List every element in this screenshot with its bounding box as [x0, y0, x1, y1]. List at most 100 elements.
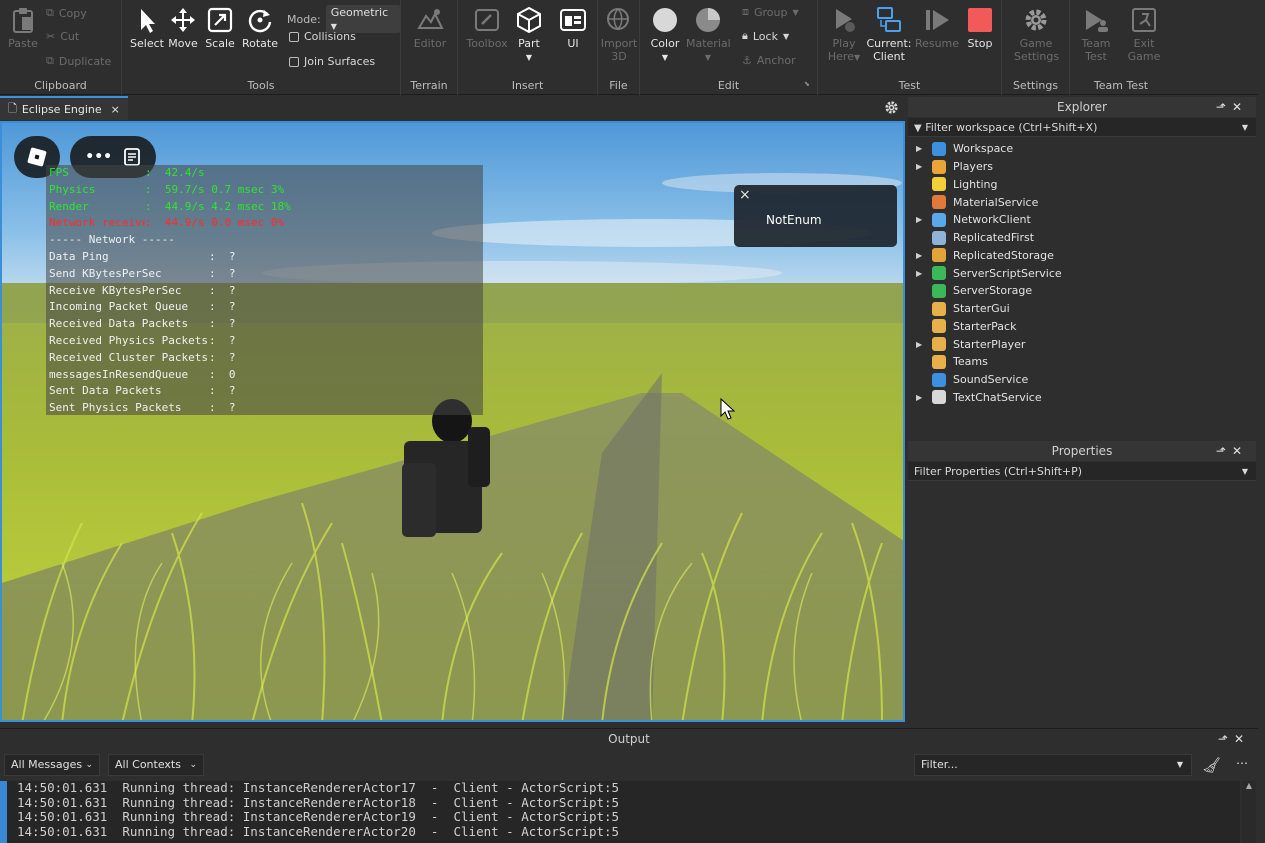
explorer-item-starterplayer[interactable]: ▶ StarterPlayer — [908, 335, 1256, 353]
mode-selector[interactable]: Mode: Geometric ▼ — [287, 5, 400, 33]
scroll-up-icon[interactable]: ▲ — [1242, 781, 1256, 790]
stop-button[interactable]: Stop — [962, 6, 998, 50]
chevron-down-icon[interactable]: ▼ — [1242, 462, 1248, 481]
ui-button[interactable]: UI — [556, 6, 590, 50]
explorer-item-teams[interactable]: Teams — [908, 353, 1256, 371]
expand-arrow-icon[interactable]: ▶ — [916, 251, 926, 260]
expand-arrow-icon[interactable]: ▶ — [916, 393, 926, 402]
explorer-item-networkclient[interactable]: ▶ NetworkClient — [908, 211, 1256, 229]
color-button[interactable]: Color ▼ — [646, 6, 684, 63]
move-button[interactable]: Move — [166, 6, 200, 50]
team-test-button[interactable]: Team Test — [1076, 6, 1116, 63]
explorer-filter-input[interactable]: ▼ Filter workspace (Ctrl+Shift+X) ▼ — [908, 118, 1256, 137]
explorer-item-startergui[interactable]: StarterGui — [908, 300, 1256, 318]
duplicate-button[interactable]: ⧉ Duplicate — [46, 54, 111, 68]
copy-label: Copy — [58, 6, 87, 20]
play-here-button[interactable]: Play Here▼ — [824, 6, 864, 63]
more-options-icon[interactable]: ••• — [85, 149, 112, 165]
mode-dropdown[interactable]: Geometric ▼ — [325, 5, 400, 33]
explorer-item-serverstorage[interactable]: ServerStorage — [908, 282, 1256, 300]
expand-arrow-icon[interactable]: ▶ — [916, 340, 926, 349]
join-surfaces-toggle[interactable]: Join Surfaces — [289, 55, 375, 68]
close-icon[interactable]: ✕ — [1232, 444, 1248, 458]
edit-group-expand-icon[interactable]: ⬊ — [804, 80, 810, 88]
clear-output-broom-icon[interactable]: 🧹︎ — [1202, 756, 1221, 774]
explorer-item-serverscriptservice[interactable]: ▶ ServerScriptService — [908, 264, 1256, 282]
explorer-item-workspace[interactable]: ▶ Workspace — [908, 140, 1256, 158]
notification-toast: × NotEnum — [734, 185, 897, 247]
explorer-item-label: StarterPlayer — [953, 337, 1026, 351]
collisions-checkbox[interactable] — [289, 31, 299, 42]
undock-icon[interactable]: ⬏ — [1218, 732, 1234, 746]
more-options-icon[interactable]: ⋯ — [1236, 756, 1248, 770]
material-button[interactable]: Material ▼ — [686, 6, 731, 63]
game-settings-label: Game — [1019, 37, 1053, 50]
part-button[interactable]: Part ▼ — [512, 6, 546, 63]
insert-group: Toolbox Part ▼ UI Insert — [458, 0, 598, 95]
chevron-down-icon[interactable]: ▼ — [1242, 118, 1248, 137]
collisions-toggle[interactable]: Collisions — [289, 30, 356, 43]
stat-value: : ? — [209, 401, 236, 415]
lock-button[interactable]: 🔒︎ Lock ▼ — [742, 29, 789, 43]
chevron-down-icon[interactable]: ▼ — [1177, 755, 1183, 775]
explorer-item-starterpack[interactable]: StarterPack — [908, 318, 1256, 336]
anchor-button[interactable]: ⚓︎ Anchor — [742, 54, 796, 67]
explorer-item-players[interactable]: ▶ Players — [908, 158, 1256, 176]
close-icon[interactable]: ✕ — [1232, 100, 1248, 114]
game-settings-button[interactable]: Game Settings — [1014, 6, 1060, 63]
exit-game-button[interactable]: Exit Game — [1124, 6, 1164, 63]
toolbox-button[interactable]: Toolbox — [466, 6, 508, 50]
expand-arrow-icon[interactable]: ▶ — [916, 144, 926, 153]
explorer-item-label: StarterPack — [953, 319, 1017, 333]
close-icon[interactable]: × — [739, 187, 751, 203]
scale-button[interactable]: Scale — [203, 6, 237, 50]
stat-key: Sent Data Packets — [49, 384, 162, 398]
messages-filter-dropdown[interactable]: All Messages ⌄ — [4, 754, 100, 776]
chevron-down-icon: ⌄ — [85, 760, 93, 770]
copy-button[interactable]: ⧉ Copy — [46, 6, 87, 20]
explorer-item-label: SoundService — [953, 373, 1029, 387]
current-sub-label: Client — [873, 50, 905, 63]
explorer-item-label: ServerScriptService — [953, 266, 1062, 280]
current-client-button[interactable]: Current: Client — [866, 6, 912, 63]
expand-arrow-icon[interactable]: ▶ — [916, 162, 926, 171]
startergui-icon — [932, 301, 946, 316]
collisions-label: Collisions — [304, 30, 356, 43]
chevron-down-icon[interactable]: ▼ — [705, 53, 711, 62]
select-button[interactable]: Select — [130, 6, 164, 50]
terrain-group: Editor Terrain — [401, 0, 458, 95]
explorer-item-replicatedfirst[interactable]: ReplicatedFirst — [908, 229, 1256, 247]
resume-button[interactable]: Resume — [914, 6, 960, 50]
output-filter-input[interactable]: Filter... ▼ — [914, 754, 1192, 776]
properties-filter-input[interactable]: Filter Properties (Ctrl+Shift+P) ▼ — [908, 462, 1256, 481]
gear-icon[interactable] — [884, 100, 899, 115]
group-button[interactable]: ⧈ Group ▼ — [742, 5, 799, 19]
import-3d-button[interactable]: Import 3D — [600, 6, 638, 63]
contexts-filter-dropdown[interactable]: All Contexts ⌄ — [108, 754, 204, 776]
rotate-button[interactable]: Rotate — [240, 6, 280, 50]
game-viewport[interactable]: ••• FPS: 42.4/s Physics: 59.7/s 0.7 msec… — [0, 121, 905, 722]
explorer-item-replicatedstorage[interactable]: ▶ ReplicatedStorage — [908, 247, 1256, 265]
game-settings-sub-label: Settings — [1014, 50, 1060, 63]
stat-key: Receive KBytesPerSec — [49, 283, 182, 297]
explorer-item-textchatservice[interactable]: ▶ TextChatService — [908, 389, 1256, 407]
expand-arrow-icon[interactable]: ▶ — [916, 269, 926, 278]
chevron-down-icon[interactable]: ▼ — [662, 53, 668, 62]
terrain-editor-button[interactable]: Editor — [411, 6, 449, 50]
tab-close-icon[interactable]: × — [111, 103, 120, 116]
explorer-item-soundservice[interactable]: SoundService — [908, 371, 1256, 389]
join-surfaces-checkbox[interactable] — [289, 56, 299, 67]
chat-icon[interactable] — [123, 148, 141, 166]
tab-eclipse-engine[interactable]: 🗋︎ Eclipse Engine × — [0, 96, 128, 120]
close-icon[interactable]: ✕ — [1234, 732, 1250, 746]
expand-arrow-icon[interactable]: ▶ — [916, 215, 926, 224]
log-line: 14:50:01.631 Running thread: InstanceRen… — [17, 794, 620, 810]
explorer-item-materialservice[interactable]: MaterialService — [908, 193, 1256, 211]
cut-button[interactable]: ✂ Cut — [46, 30, 79, 43]
chevron-down-icon[interactable]: ▼ — [526, 53, 532, 62]
undock-icon[interactable]: ⬏ — [1216, 444, 1232, 458]
undock-icon[interactable]: ⬏ — [1216, 100, 1232, 114]
paste-button[interactable]: Paste — [6, 6, 40, 50]
explorer-item-lighting[interactable]: Lighting — [908, 176, 1256, 194]
output-scrollbar[interactable]: ▲ — [1242, 781, 1256, 843]
